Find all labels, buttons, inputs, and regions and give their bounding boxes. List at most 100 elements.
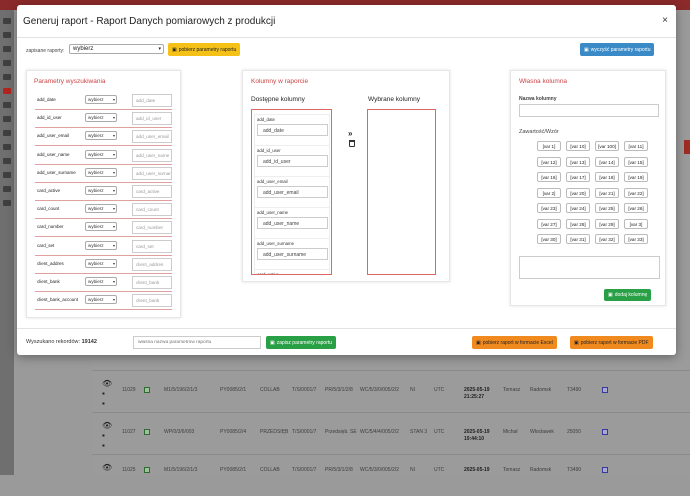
param-value-input[interactable]: add_user_surname	[132, 166, 172, 180]
row-flag[interactable]	[602, 387, 608, 393]
param-value-input[interactable]: client_bank	[132, 276, 172, 289]
sidebar-icon	[3, 172, 11, 178]
param-name: client_bank	[37, 279, 60, 284]
load-report-params-button[interactable]: ▣ pobierz parametry raportu	[168, 43, 241, 56]
column-card[interactable]: card_active	[254, 269, 330, 274]
chevron-down-icon: ▾	[112, 242, 115, 248]
param-operator-select[interactable]: wybierz ▾	[85, 204, 117, 214]
variable-tag[interactable]: [var 26]	[624, 203, 648, 213]
table-cell-date: 2025-05-19	[464, 467, 490, 473]
param-operator-select[interactable]: wybierz ▾	[85, 258, 117, 268]
row-flag[interactable]	[602, 429, 608, 435]
param-value-input[interactable]: add_user_email	[132, 130, 172, 144]
variable-tag[interactable]: [var 15]	[624, 156, 648, 167]
close-icon[interactable]: ×	[662, 15, 668, 26]
selected-columns-list[interactable]	[367, 109, 436, 275]
variable-tag[interactable]: [var 23]	[537, 203, 561, 213]
table-cell: Radomsk	[530, 467, 552, 473]
row-divider	[35, 200, 172, 201]
variable-tag[interactable]: [var 21]	[595, 187, 619, 198]
table-cell: Tomasz	[503, 387, 521, 393]
param-operator-value: wybierz	[88, 242, 104, 248]
content-formula-label: Zawartość/Wzór	[519, 129, 559, 135]
variable-tag[interactable]: [var 11]	[624, 141, 648, 151]
plus-icon: ▣	[608, 292, 613, 298]
row-action-icons[interactable]: 👁 ▪ ▪	[102, 379, 112, 409]
download-excel-button[interactable]: ▣ pobierz raport w formacie Excel	[472, 336, 557, 349]
param-operator-select[interactable]: wybierz ▾	[85, 295, 117, 305]
column-name-input[interactable]	[519, 104, 659, 117]
variable-tag[interactable]: [var 27]	[537, 218, 561, 229]
variable-tag[interactable]: [var 10]	[566, 141, 590, 151]
param-operator-select[interactable]: wybierz ▾	[85, 167, 117, 177]
param-value-input[interactable]: add_user_name	[132, 148, 172, 162]
row-checkbox[interactable]	[144, 467, 150, 473]
variable-tag[interactable]: [var 28]	[566, 218, 590, 229]
variable-tag[interactable]: [var 100]	[595, 141, 619, 151]
add-column-button[interactable]: ▣ dodaj kolumnę	[604, 289, 652, 301]
saved-reports-select[interactable]: wybierz ▾	[69, 44, 164, 54]
variable-tag[interactable]: [var 24]	[566, 203, 590, 213]
param-operator-select[interactable]: wybierz ▾	[85, 186, 117, 195]
param-value-input[interactable]: add_id_user	[132, 112, 172, 126]
variable-tag[interactable]: [var 20]	[566, 187, 590, 198]
param-value-input[interactable]: client_addres	[132, 257, 172, 271]
variable-tag[interactable]: [var 30]	[537, 234, 561, 244]
table-cell: PR/5/3/1/2/8	[325, 467, 353, 473]
variable-tag[interactable]: [var 17]	[566, 172, 590, 182]
move-right-icon[interactable]: »	[348, 129, 352, 138]
param-operator-select[interactable]: wybierz ▾	[85, 131, 117, 141]
param-operator-select[interactable]: wybierz ▾	[85, 95, 117, 104]
param-operator-select[interactable]: wybierz ▾	[85, 240, 117, 250]
available-columns-list[interactable]: add_date add_date add_id_user add_id_user ad…	[251, 109, 332, 275]
save-report-params-button[interactable]: ▣ zapisz parametry raportu	[266, 336, 337, 349]
formula-textarea[interactable]	[519, 256, 660, 279]
variable-tag[interactable]: [var 19]	[624, 172, 648, 182]
variable-tag[interactable]: [var 16]	[537, 172, 561, 182]
column-card[interactable]: add_user_name add_user_name	[254, 207, 330, 241]
sidebar-icon	[3, 74, 11, 80]
variable-tag[interactable]: [var 31]	[566, 234, 590, 244]
param-operator-select[interactable]: wybierz ▾	[85, 222, 117, 232]
variable-tag[interactable]: [var 22]	[624, 187, 648, 198]
column-card[interactable]: add_id_user add_id_user	[254, 145, 330, 179]
param-operator-select[interactable]: wybierz ▾	[85, 149, 117, 159]
variable-tag[interactable]: [var 29]	[595, 218, 619, 229]
row-action-icons[interactable]: 👁 ▪ ▪	[102, 421, 112, 451]
variable-tag[interactable]: [var 25]	[595, 203, 619, 213]
row-checkbox[interactable]	[144, 429, 150, 435]
param-value-input[interactable]: card_set	[132, 239, 172, 253]
variable-tag[interactable]: [var 14]	[595, 156, 619, 167]
variable-tag[interactable]: [var 12]	[537, 156, 561, 167]
chevron-down-icon: ▾	[112, 97, 115, 102]
column-card[interactable]: add_user_surname add_user_surname	[254, 238, 330, 272]
clear-report-params-button[interactable]: ▣ wyczyść parametry raportu	[580, 43, 655, 56]
download-pdf-button[interactable]: ▣ pobierz raport w formacie PDF	[570, 336, 653, 349]
variable-tag[interactable]: [var 3]	[624, 218, 648, 229]
param-operator-select[interactable]: wybierz ▾	[85, 277, 117, 286]
column-card[interactable]: add_date add_date	[254, 114, 330, 148]
param-value-input[interactable]: card_active	[132, 185, 172, 198]
param-value-input[interactable]: card_count	[132, 203, 172, 217]
params-name-input[interactable]	[133, 336, 261, 349]
variable-tag[interactable]: [var 18]	[595, 172, 619, 182]
column-name-label: Nazwa kolumny	[519, 96, 557, 102]
variable-tag[interactable]: [var 13]	[566, 156, 590, 167]
row-action-icons[interactable]: 👁	[102, 463, 112, 473]
records-found-label: Wyszukano rekordów:	[26, 339, 81, 345]
param-operator-value: wybierz	[88, 151, 104, 157]
variable-tag[interactable]: [var 32]	[595, 234, 619, 244]
pdf-icon: ▣	[574, 339, 579, 346]
variable-tag[interactable]: [var 33]	[624, 234, 648, 244]
column-card-label: add_date	[257, 124, 328, 136]
param-value-input[interactable]: add_date	[132, 94, 172, 107]
column-card[interactable]: add_user_email add_user_email	[254, 176, 330, 210]
variable-tag[interactable]: [var 1]	[537, 141, 561, 151]
row-checkbox[interactable]	[144, 387, 150, 393]
param-operator-select[interactable]: wybierz ▾	[85, 113, 117, 123]
variable-tag[interactable]: [var 2]	[537, 187, 561, 198]
trash-icon[interactable]	[349, 140, 355, 147]
row-flag[interactable]	[602, 467, 608, 473]
param-value-input[interactable]: client_bank	[132, 294, 172, 308]
param-value-input[interactable]: card_number	[132, 221, 172, 235]
